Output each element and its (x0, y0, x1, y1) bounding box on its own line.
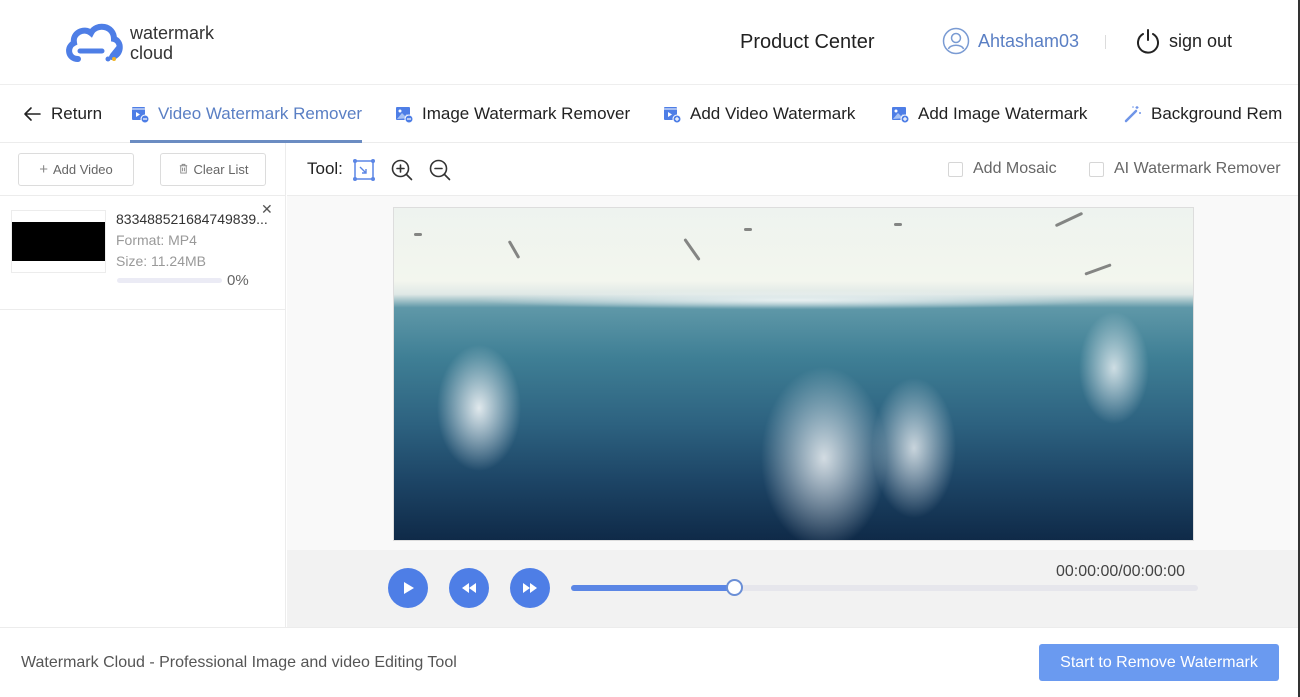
timecode: 00:00:00/00:00:00 (1056, 563, 1186, 580)
file-progress-percent: 0% (227, 272, 249, 289)
remove-file-close-icon[interactable]: ✕ (261, 201, 273, 218)
start-remove-watermark-button[interactable]: Start to Remove Watermark (1039, 644, 1279, 681)
tab-video-watermark-remover[interactable]: Video Watermark Remover (130, 85, 363, 143)
file-progress-bar (117, 278, 222, 283)
file-sidebar: + Add Video Clear List 83348852168474983… (0, 143, 286, 627)
user-account[interactable]: Ahtasham03 (942, 27, 1079, 55)
slider-fill (571, 585, 735, 591)
tab-background-remover[interactable]: Background Rem (1123, 85, 1282, 143)
return-label: Return (51, 104, 103, 123)
slider-thumb[interactable] (726, 579, 744, 596)
file-format: Format: MP4 (116, 232, 197, 248)
tab-label: Add Image Watermark (918, 104, 1088, 123)
video-thumbnail (11, 210, 106, 273)
file-list-item[interactable]: 833488521684749839... ✕ Format: MP4 Size… (0, 196, 285, 310)
app-window: watermark cloud Product Center Ahtasham0… (0, 0, 1300, 697)
video-content (1084, 263, 1112, 276)
sign-out-button[interactable]: sign out (1136, 28, 1232, 54)
footer: Watermark Cloud - Professional Image and… (0, 627, 1298, 697)
sign-out-label: sign out (1169, 30, 1233, 51)
tab-add-image-watermark[interactable]: Add Image Watermark (890, 85, 1087, 143)
checkbox-box[interactable] (948, 161, 963, 177)
rewind-icon (462, 583, 476, 593)
header: watermark cloud Product Center Ahtasham0… (0, 0, 1298, 85)
add-video-button[interactable]: + Add Video (18, 153, 134, 186)
tab-label: Video Watermark Remover (158, 104, 363, 123)
editor-main: Tool: Add Mosaic AI Watermark Remover 00… (287, 143, 1298, 627)
power-icon (1137, 29, 1159, 54)
logo[interactable]: watermark cloud (64, 20, 234, 66)
video-content (507, 240, 521, 259)
add-mosaic-checkbox[interactable]: Add Mosaic (948, 160, 1057, 178)
zoom-in-icon[interactable] (390, 158, 414, 182)
thumbnail-frame (12, 222, 105, 261)
plus-icon: + (39, 161, 48, 178)
footer-tagline: Watermark Cloud - Professional Image and… (21, 654, 457, 671)
video-preview[interactable] (393, 207, 1194, 541)
image-edit-icon (396, 107, 414, 124)
fast-forward-button[interactable] (510, 568, 550, 608)
ai-watermark-remover-checkbox[interactable]: AI Watermark Remover (1089, 160, 1281, 178)
cloud-logo-icon (66, 23, 123, 62)
clear-list-label: Clear List (193, 162, 249, 177)
tab-label: Background Rem (1151, 104, 1283, 123)
return-button[interactable]: Return (23, 85, 102, 143)
file-size: Size: 11.24MB (116, 253, 207, 269)
tab-image-watermark-remover[interactable]: Image Watermark Remover (394, 85, 630, 143)
logo-line1: watermark (130, 23, 215, 43)
clear-list-button[interactable]: Clear List (160, 153, 266, 186)
image-add-icon (892, 107, 910, 124)
arrow-left-icon (24, 107, 41, 121)
user-icon (942, 27, 970, 55)
video-content (683, 237, 701, 262)
play-icon (404, 582, 414, 594)
magic-wand-icon (1124, 106, 1141, 123)
video-edit-icon (132, 107, 150, 124)
ai-watermark-remover-label: AI Watermark Remover (1114, 160, 1281, 177)
file-name: 833488521684749839... (116, 211, 268, 227)
tool-label: Tool: (307, 159, 343, 178)
video-content (414, 233, 422, 236)
add-video-label: Add Video (53, 162, 113, 177)
video-canvas-area[interactable] (287, 196, 1298, 550)
tab-label: Add Video Watermark (690, 104, 856, 123)
sidebar-toolbar: + Add Video Clear List (0, 143, 285, 196)
video-content (1054, 211, 1084, 228)
zoom-out-icon[interactable] (428, 158, 452, 182)
trash-icon (178, 161, 189, 178)
logo-line2: cloud (130, 43, 174, 63)
checkbox-box[interactable] (1089, 161, 1104, 177)
video-add-icon (664, 107, 682, 124)
username: Ahtasham03 (978, 30, 1080, 51)
product-center-link[interactable]: Product Center (740, 31, 875, 54)
editor-toolbar: Tool: Add Mosaic AI Watermark Remover (287, 143, 1298, 196)
play-button[interactable] (388, 568, 428, 608)
header-divider (1105, 35, 1106, 49)
player-controls: 00:00:00/00:00:00 (287, 550, 1298, 627)
logo-text: watermark cloud (130, 23, 214, 63)
tab-label: Image Watermark Remover (422, 104, 631, 123)
playback-slider[interactable] (571, 579, 1198, 596)
rewind-button[interactable] (449, 568, 489, 608)
tool-nav: Return Video Watermark Remover Image Wat… (0, 85, 1298, 143)
select-rect-icon[interactable] (352, 158, 376, 182)
add-mosaic-label: Add Mosaic (973, 160, 1057, 177)
tab-add-video-watermark[interactable]: Add Video Watermark (662, 85, 855, 143)
video-content (894, 223, 902, 226)
fast-forward-icon (523, 583, 537, 593)
video-content (744, 228, 752, 231)
